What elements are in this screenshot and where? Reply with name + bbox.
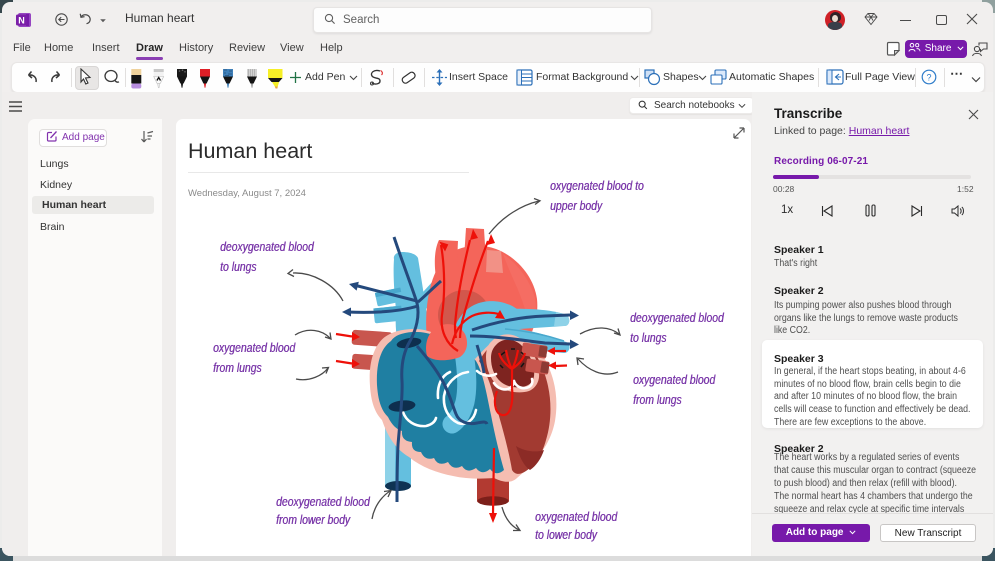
svg-text:?: ? bbox=[926, 72, 931, 82]
svg-text:N: N bbox=[18, 16, 25, 26]
